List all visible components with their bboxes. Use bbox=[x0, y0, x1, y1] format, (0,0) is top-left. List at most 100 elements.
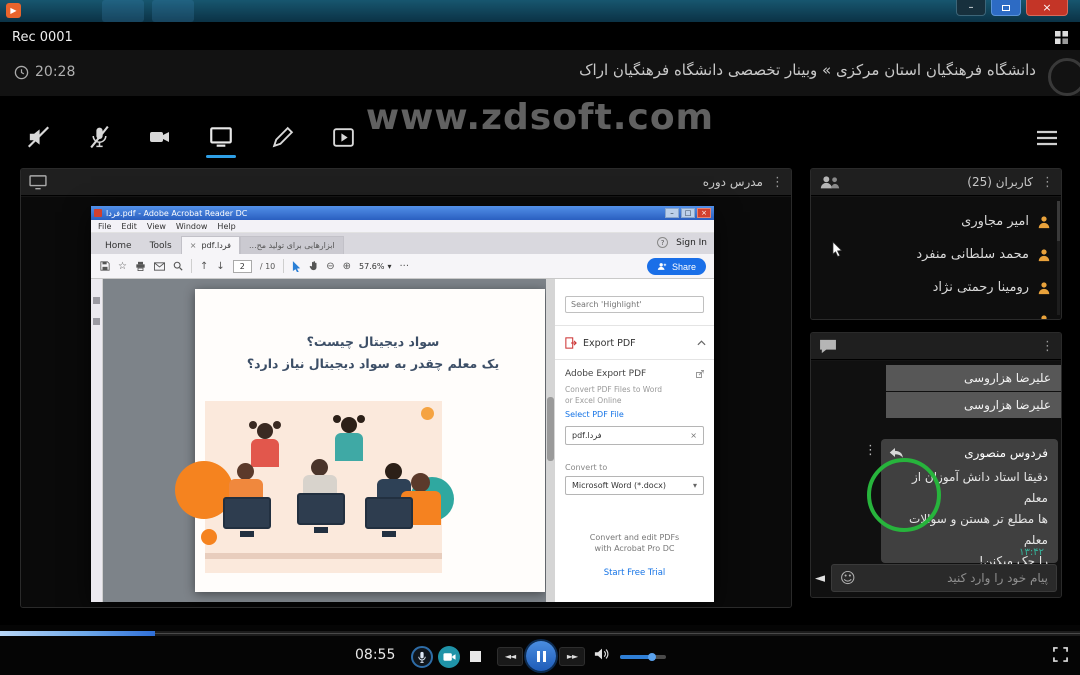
volume-slider[interactable] bbox=[620, 655, 666, 659]
share-button[interactable]: Share bbox=[647, 258, 706, 275]
menu-window[interactable]: Window bbox=[176, 222, 208, 231]
previous-page-icon[interactable]: ↑ bbox=[200, 261, 208, 272]
close-button[interactable]: × bbox=[1026, 0, 1068, 16]
volume-icon[interactable] bbox=[594, 647, 610, 661]
pod-options-icon[interactable]: ⋮ bbox=[771, 175, 783, 190]
screen-share-button[interactable] bbox=[203, 116, 239, 158]
user-list-item[interactable]: رومینا رحمتی نژاد bbox=[811, 271, 1061, 304]
chat-highlighted-row[interactable]: علیرضا هزاروسی bbox=[886, 365, 1061, 391]
more-tools-icon[interactable]: ··· bbox=[399, 261, 409, 272]
person-icon bbox=[1037, 215, 1051, 229]
illustration-shape bbox=[201, 529, 217, 545]
user-list-item[interactable]: محمد سلطانی منفرد bbox=[811, 238, 1061, 271]
selected-file-chip: فردا.pdf × bbox=[565, 426, 704, 445]
rewind-button[interactable]: ◄◄ bbox=[497, 647, 523, 666]
hand-tool-icon[interactable] bbox=[309, 261, 318, 271]
promo-line1: Convert and edit PDFs bbox=[555, 532, 714, 543]
select-tool-icon[interactable] bbox=[292, 261, 301, 272]
playback-pod-button[interactable] bbox=[325, 116, 361, 158]
chat-input-row: ◄ ☺ bbox=[815, 563, 1057, 593]
scrollbar-thumb[interactable] bbox=[547, 397, 554, 461]
pod-options-icon[interactable]: ⋮ bbox=[1041, 175, 1053, 190]
recording-info-bar: Rec 0001 bbox=[0, 27, 1080, 49]
document-scrollbar[interactable] bbox=[546, 279, 555, 602]
user-list-item-partial[interactable] bbox=[811, 304, 1061, 320]
users-pod: کاربران (25) ⋮ امیر مجاوری محمد سلطانی م… bbox=[810, 168, 1062, 320]
menu-help[interactable]: Help bbox=[217, 222, 235, 231]
message-timestamp: ۱۳:۴۲ bbox=[1019, 547, 1044, 558]
zoom-level-dropdown[interactable]: 57.6% ▾ bbox=[359, 262, 391, 271]
webcam-button[interactable] bbox=[142, 116, 178, 158]
tab-home[interactable]: Home bbox=[96, 238, 141, 254]
tools-search-input[interactable] bbox=[565, 296, 704, 313]
webcam-icon bbox=[146, 125, 174, 149]
send-icon[interactable]: ◄ bbox=[815, 571, 825, 586]
search-icon[interactable] bbox=[173, 261, 183, 271]
maximize-button[interactable] bbox=[991, 0, 1021, 16]
next-page-icon[interactable]: ↓ bbox=[216, 261, 224, 272]
pen-button[interactable] bbox=[264, 116, 300, 158]
volume-knob[interactable] bbox=[648, 653, 656, 661]
chat-highlighted-row[interactable]: علیرضا هزاروسی bbox=[886, 392, 1061, 418]
speaker-muted-icon bbox=[25, 124, 52, 150]
document-tab2-label: ابزارهایی برای تولید مح... bbox=[249, 241, 335, 250]
instructor-pod-title: مدرس دوره bbox=[703, 175, 763, 189]
acrobat-maximize-button[interactable]: □ bbox=[681, 208, 695, 218]
sign-in-link[interactable]: Sign In bbox=[676, 238, 707, 248]
format-dropdown[interactable]: Microsoft Word (*.docx) ▾ bbox=[565, 476, 704, 495]
zoom-out-icon[interactable]: ⊖ bbox=[326, 261, 334, 272]
remove-file-icon[interactable]: × bbox=[690, 431, 697, 440]
chat-message-input[interactable] bbox=[862, 571, 1048, 585]
acrobat-close-button[interactable]: × bbox=[697, 208, 711, 218]
select-pdf-file-link[interactable]: Select PDF File bbox=[565, 410, 624, 419]
save-icon[interactable] bbox=[100, 261, 110, 271]
chevron-up-icon[interactable] bbox=[697, 340, 706, 346]
email-icon[interactable] bbox=[154, 262, 165, 271]
acrobat-toolbar: ☆ ↑ ↓ 2 / 10 bbox=[91, 254, 714, 279]
fast-forward-button[interactable]: ►► bbox=[559, 647, 585, 666]
acrobat-minimize-button[interactable]: – bbox=[665, 208, 679, 218]
zoom-in-icon[interactable]: ⊕ bbox=[343, 261, 351, 272]
tab-tools[interactable]: Tools bbox=[141, 238, 181, 254]
star-icon[interactable]: ☆ bbox=[118, 261, 127, 272]
pdf-page: سواد دیجیتال چیست؟ یک معلم چقدر به سواد … bbox=[195, 289, 545, 592]
user-list-item[interactable]: امیر مجاوری bbox=[811, 205, 1061, 238]
close-tab-icon[interactable]: × bbox=[190, 241, 197, 250]
speaker-muted-button[interactable] bbox=[20, 116, 56, 158]
divider bbox=[555, 359, 714, 360]
export-pdf-icon bbox=[565, 337, 577, 349]
start-free-trial-link[interactable]: Start Free Trial bbox=[555, 568, 714, 578]
menu-button[interactable] bbox=[1036, 130, 1058, 146]
tab-document-2[interactable]: ابزارهایی برای تولید مح... bbox=[240, 236, 344, 254]
layout-grid-icon[interactable] bbox=[1055, 31, 1068, 44]
pod-options-icon[interactable]: ⋮ bbox=[1041, 339, 1053, 354]
page-total-label: / 10 bbox=[260, 262, 275, 271]
page-number-input[interactable]: 2 bbox=[233, 260, 252, 273]
users-scrollbar[interactable] bbox=[1057, 201, 1060, 315]
pause-button[interactable] bbox=[526, 641, 556, 671]
mic-toggle-button[interactable] bbox=[411, 646, 433, 668]
reply-icon[interactable] bbox=[889, 447, 904, 458]
stop-button[interactable] bbox=[470, 651, 481, 662]
menu-edit[interactable]: Edit bbox=[121, 222, 137, 231]
webinar-title: دانشگاه فرهنگیان استان مرکزی » وبینار تخ… bbox=[579, 61, 1036, 79]
webcam-toggle-button[interactable] bbox=[438, 646, 460, 668]
nav-pane-strip[interactable] bbox=[91, 279, 103, 602]
format-dropdown-value: Microsoft Word (*.docx) bbox=[572, 481, 666, 490]
tab-document-active[interactable]: فردا.pdf × bbox=[181, 236, 240, 254]
chevron-down-icon: ▾ bbox=[693, 481, 697, 490]
minimize-button[interactable]: – bbox=[956, 0, 986, 16]
fullscreen-button[interactable] bbox=[1053, 647, 1068, 662]
seek-bar[interactable] bbox=[0, 631, 1080, 636]
chat-input-box[interactable]: ☺ bbox=[831, 564, 1057, 592]
message-options-icon[interactable]: ⋮ bbox=[864, 443, 877, 458]
seek-bar-track bbox=[155, 633, 1080, 634]
emoji-icon[interactable]: ☺ bbox=[840, 569, 856, 587]
menu-file[interactable]: File bbox=[98, 222, 111, 231]
menu-view[interactable]: View bbox=[147, 222, 166, 231]
export-pdf-row[interactable]: Export PDF bbox=[565, 332, 706, 354]
help-icon[interactable]: ? bbox=[657, 237, 668, 248]
users-pod-header: کاربران (25) ⋮ bbox=[811, 169, 1061, 196]
microphone-muted-button[interactable] bbox=[81, 116, 117, 158]
print-icon[interactable] bbox=[135, 261, 146, 271]
